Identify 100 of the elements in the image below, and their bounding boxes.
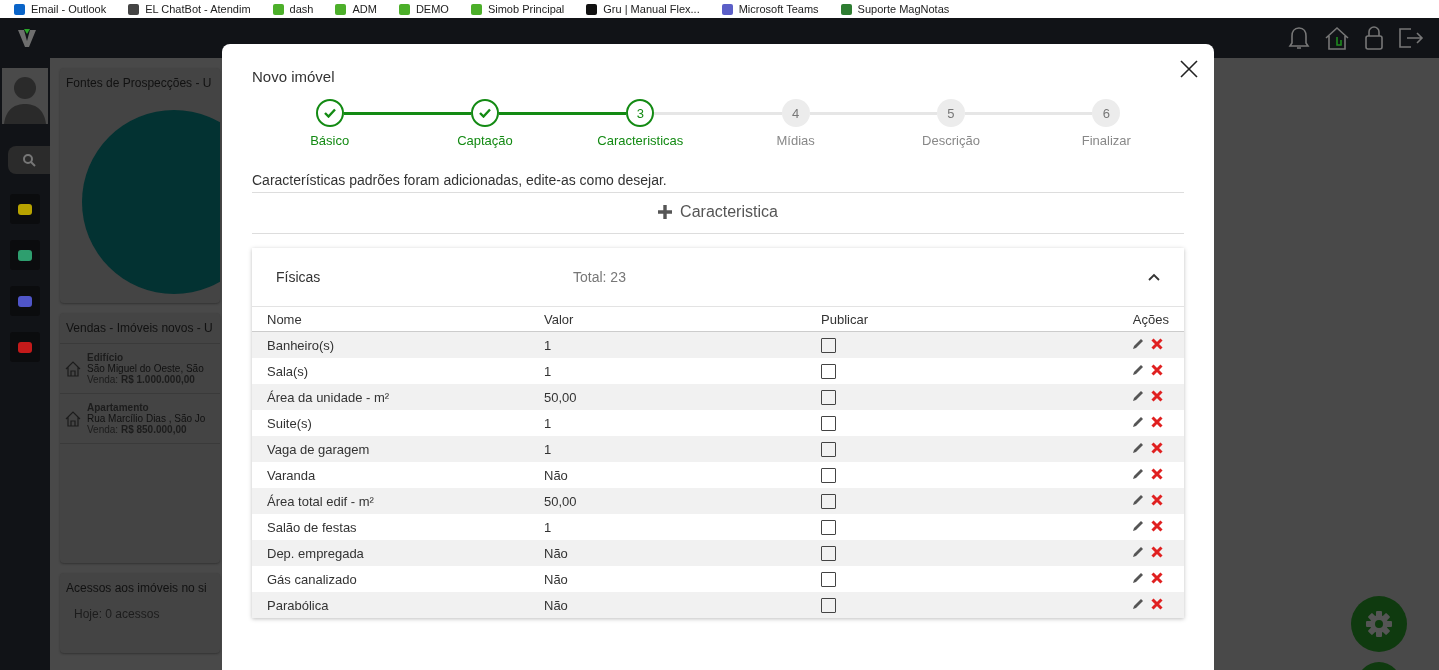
pencil-icon[interactable]	[1131, 596, 1145, 611]
bookmark-link[interactable]: dash	[272, 3, 314, 15]
table-cell-text: Vaga de garagem	[267, 441, 371, 457]
step-label: Descrição	[922, 133, 980, 148]
column-header: Publicar	[821, 312, 869, 327]
table-cell-text: 1	[544, 415, 553, 431]
search-icon	[22, 153, 36, 167]
step-circle[interactable]	[471, 99, 499, 127]
step-label: Mídias	[776, 133, 815, 148]
bookmark-link[interactable]: Suporte MagNotas	[840, 3, 950, 15]
table-cell-text: Suite(s)	[267, 415, 313, 431]
pencil-icon[interactable]	[1131, 414, 1145, 429]
section-header[interactable]: Físicas Total: 23	[252, 248, 1184, 307]
pencil-icon[interactable]	[1131, 440, 1145, 455]
step-label: Finalizar	[1081, 133, 1131, 148]
pencil-icon[interactable]	[1131, 466, 1145, 481]
pencil-icon[interactable]	[1131, 570, 1145, 585]
table-cell-text: 1	[544, 441, 553, 457]
table-cell-text: Não	[544, 467, 569, 483]
logout-icon[interactable]	[1397, 25, 1425, 51]
delete-icon[interactable]	[1151, 493, 1163, 506]
info-text: Características padrões foram adicionadas, edite-as como desejar.	[252, 172, 1184, 193]
settings-icon	[1364, 609, 1394, 639]
bookmark-link[interactable]: Microsoft Teams	[721, 3, 819, 15]
bookmark-link[interactable]: DEMO	[398, 3, 449, 15]
section-title: Físicas	[276, 269, 322, 285]
sidebar-item[interactable]	[10, 286, 40, 316]
table-cell-text: Dep. empregada	[267, 545, 365, 561]
lock-icon[interactable]	[1363, 25, 1385, 51]
pencil-icon[interactable]	[1131, 492, 1145, 507]
column-header: Nome	[267, 312, 303, 327]
table-cell-text: Área total edif - m²	[267, 493, 375, 509]
pencil-icon[interactable]	[1131, 362, 1145, 377]
publish-checkbox[interactable]	[821, 415, 836, 431]
table-cell-text: Gás canalizado	[267, 571, 358, 587]
table-cell-text: Área da unidade - m²	[267, 389, 391, 405]
close-button[interactable]	[1180, 60, 1198, 78]
delete-icon[interactable]	[1151, 441, 1163, 454]
bookmark-link[interactable]: Email - Outlook	[14, 3, 107, 15]
publish-checkbox[interactable]	[821, 467, 836, 483]
step-circle[interactable]: 3	[626, 99, 655, 127]
delete-icon[interactable]	[1151, 389, 1163, 402]
delete-icon[interactable]	[1151, 597, 1163, 610]
delete-icon[interactable]	[1151, 571, 1163, 584]
step-label: Básico	[310, 133, 350, 148]
check-icon	[479, 108, 491, 118]
publish-checkbox[interactable]	[821, 597, 836, 613]
table-cell-text: Não	[544, 571, 569, 587]
publish-checkbox[interactable]	[821, 519, 836, 535]
column-header: Valor	[544, 312, 575, 327]
step-circle[interactable]: 4	[781, 99, 810, 127]
table-cell-text: Não	[544, 545, 569, 561]
step-label: Captação	[457, 133, 513, 148]
step-circle[interactable]: 6	[1092, 99, 1121, 127]
sidebar-item[interactable]	[10, 332, 40, 362]
bookmark-link[interactable]: EL ChatBot - Atendim	[128, 3, 251, 15]
sidebar-item[interactable]	[10, 240, 40, 270]
check-icon	[323, 108, 336, 118]
delete-icon[interactable]	[1151, 519, 1163, 532]
table-cell-text: Parabólica	[267, 597, 330, 613]
publish-checkbox[interactable]	[821, 493, 836, 509]
v-logo-icon[interactable]	[16, 27, 38, 49]
section-total: Total: 23	[573, 269, 627, 285]
table-cell-text: 50,00	[544, 389, 578, 405]
bookmark-link[interactable]: Simob Principal	[470, 3, 565, 15]
step-circle[interactable]: 5	[937, 99, 965, 127]
publish-checkbox[interactable]	[821, 571, 836, 587]
publish-checkbox[interactable]	[821, 389, 836, 405]
delete-icon[interactable]	[1151, 337, 1163, 350]
step-circle[interactable]	[315, 99, 344, 127]
dialog-title: Novo imóvel	[252, 68, 336, 85]
home-icon[interactable]	[1323, 25, 1351, 51]
publish-checkbox[interactable]	[821, 545, 836, 561]
delete-icon[interactable]	[1151, 545, 1163, 558]
pencil-icon[interactable]	[1131, 388, 1145, 403]
avatar-placeholder	[2, 68, 48, 124]
table-cell-text: Não	[544, 597, 569, 613]
table-cell-text: Varanda	[267, 467, 317, 483]
publish-checkbox[interactable]	[821, 363, 836, 379]
add-characteristic-button[interactable]: Caracteristica	[652, 199, 784, 225]
pencil-icon[interactable]	[1131, 336, 1145, 351]
table-cell-text: Salão de festas	[267, 519, 358, 535]
pencil-icon[interactable]	[1131, 518, 1145, 533]
search-button[interactable]	[8, 146, 50, 174]
step-label: Caracteristicas	[597, 133, 684, 148]
delete-icon[interactable]	[1151, 363, 1163, 376]
publish-checkbox[interactable]	[821, 337, 836, 353]
table-cell-text: Banheiro(s)	[267, 337, 336, 353]
pencil-icon[interactable]	[1131, 544, 1145, 559]
bookmark-link[interactable]: ADM	[335, 3, 377, 15]
table-cell-text: 1	[544, 519, 553, 535]
bookmark-link[interactable]: Gru | Manual Flex...	[586, 3, 700, 15]
delete-icon[interactable]	[1151, 415, 1163, 428]
plus-icon	[658, 205, 673, 219]
table-cell-text: 1	[544, 363, 553, 379]
sidebar-item[interactable]	[10, 194, 40, 224]
publish-checkbox[interactable]	[821, 441, 836, 457]
bell-icon[interactable]	[1287, 25, 1311, 51]
delete-icon[interactable]	[1151, 467, 1163, 480]
table-cell-text: 50,00	[544, 493, 578, 509]
